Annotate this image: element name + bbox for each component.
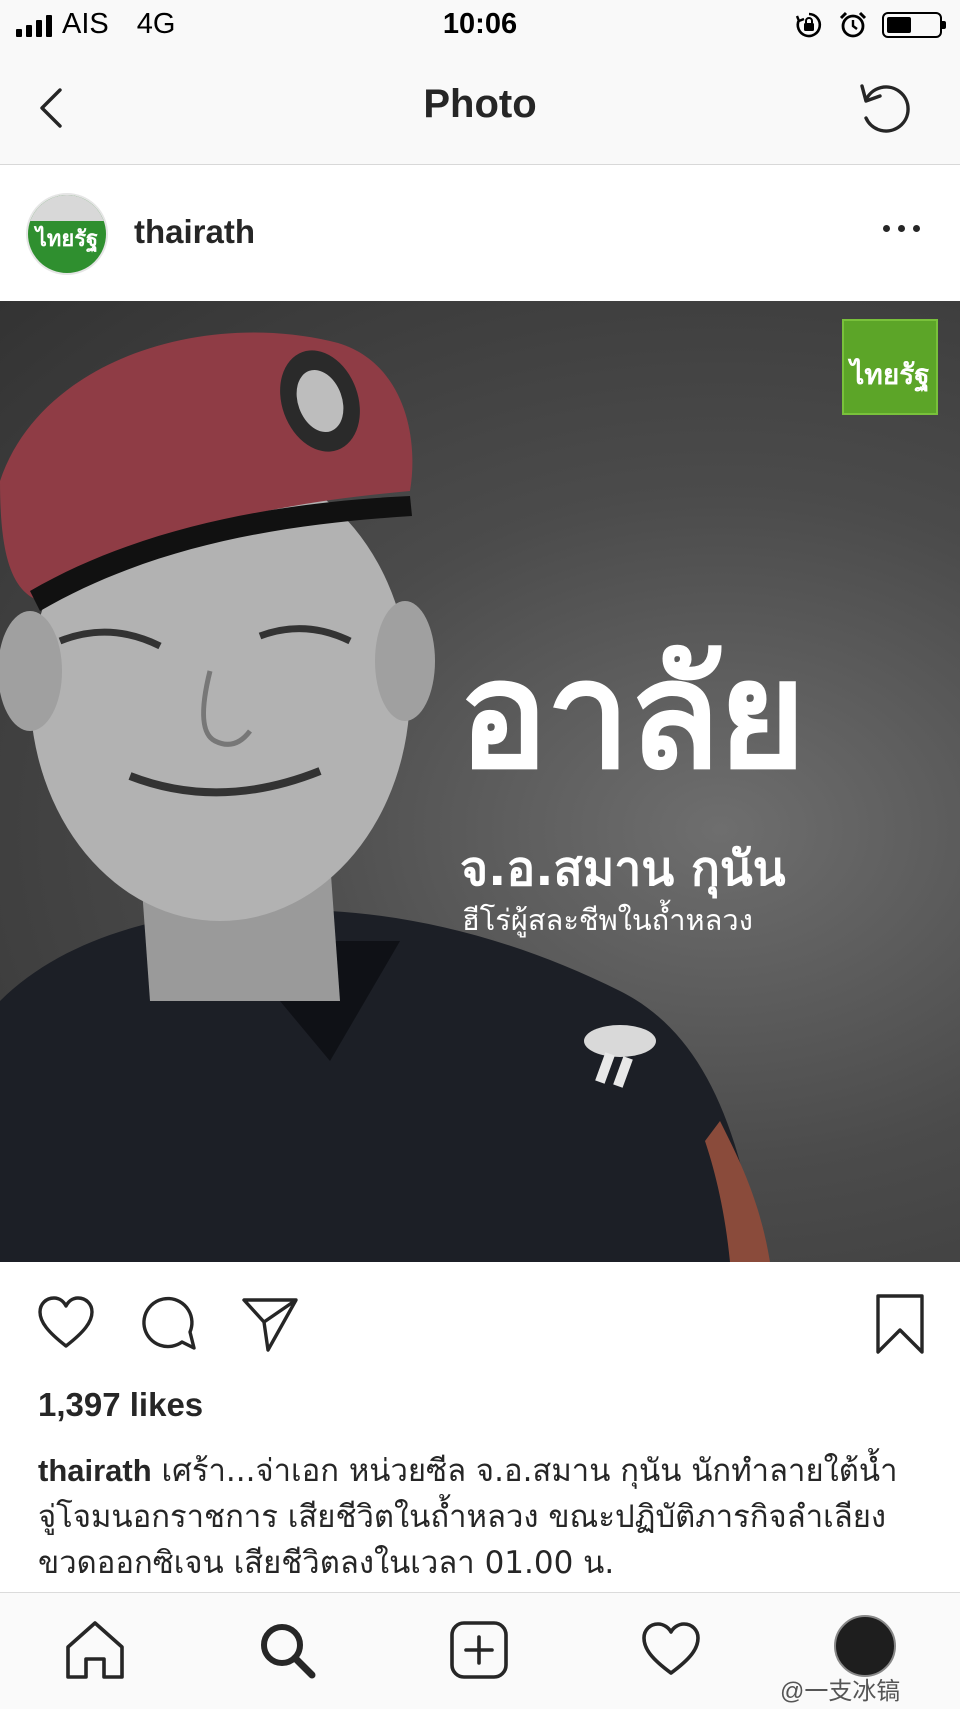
likes-count[interactable]: 1,397 likes	[38, 1386, 203, 1424]
status-bar: AIS 4G 10:06	[0, 0, 960, 56]
tab-bar: @一支冰镐	[0, 1592, 960, 1709]
post-username[interactable]: thairath	[134, 213, 255, 251]
status-right	[794, 10, 946, 40]
home-icon[interactable]	[62, 1617, 128, 1683]
post-header: ไทยรัฐ thairath	[0, 165, 960, 301]
avatar-flags	[28, 195, 106, 221]
brand-badge: ไทยรัฐ	[842, 319, 938, 415]
post-caption: thairath เศร้า...จ่าเอก หน่วยซีล จ.อ.สมา…	[38, 1448, 918, 1588]
photo-headline: อาลัย	[458, 629, 806, 803]
photo-subline: จ.อ.สมาน กุนัน	[460, 841, 786, 897]
post-actions	[0, 1262, 960, 1372]
share-icon[interactable]	[238, 1292, 302, 1356]
caption-username[interactable]: thairath	[38, 1453, 152, 1488]
activity-heart-icon[interactable]	[638, 1617, 704, 1683]
avatar[interactable]: ไทยรัฐ	[26, 193, 108, 275]
battery-icon	[882, 12, 946, 38]
post-photo[interactable]: ไทยรัฐ อาลัย จ.อ.สมาน กุนัน ฮีโร่ผู้สละช…	[0, 301, 960, 1262]
search-icon[interactable]	[254, 1617, 320, 1683]
new-post-icon[interactable]	[446, 1617, 512, 1683]
nav-bar: Photo	[0, 56, 960, 165]
like-icon[interactable]	[34, 1292, 98, 1356]
brand-badge-text: ไทยรัฐ	[850, 358, 930, 391]
more-options-icon[interactable]	[883, 225, 920, 232]
rotation-lock-icon	[795, 12, 822, 38]
photo-tagline: ฮีโร่ผู้สละชีพในถ้ำหลวง	[462, 903, 753, 937]
avatar-logo-text: ไทยรัฐ	[35, 226, 99, 252]
caption-text: เศร้า...จ่าเอก หน่วยซีล จ.อ.สมาน กุนัน น…	[38, 1453, 898, 1581]
watermark: @一支冰镐	[780, 1678, 901, 1705]
comment-icon[interactable]	[136, 1292, 200, 1356]
refresh-icon[interactable]	[852, 74, 920, 142]
profile-avatar[interactable]	[834, 1615, 896, 1677]
page-title: Photo	[423, 82, 537, 126]
bookmark-icon[interactable]	[868, 1292, 932, 1356]
alarm-icon	[839, 11, 867, 38]
